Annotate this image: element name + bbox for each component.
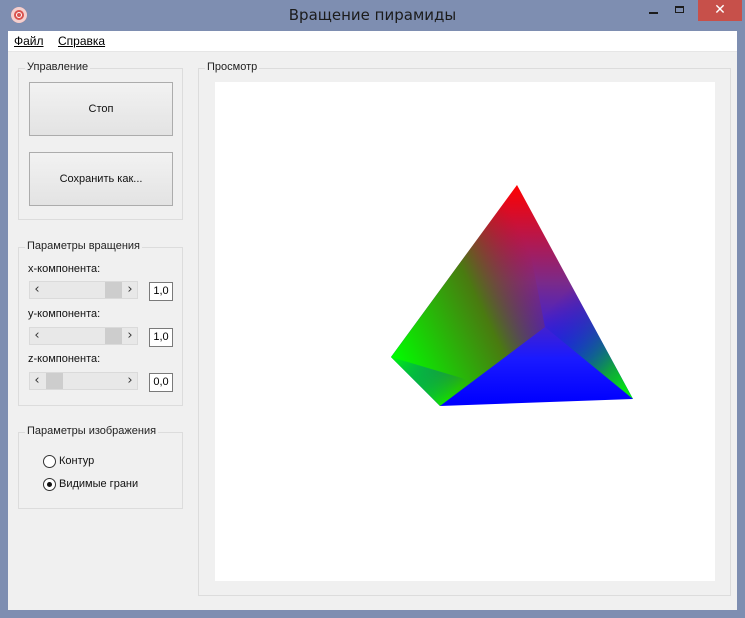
scroll-right-icon[interactable]: › bbox=[123, 282, 137, 298]
scroll-thumb[interactable] bbox=[105, 282, 122, 298]
scroll-left-icon[interactable]: ‹ bbox=[30, 328, 44, 344]
x-component-label: x-компонента: bbox=[28, 263, 101, 275]
menu-file[interactable]: Файл bbox=[14, 34, 44, 48]
maximize-button[interactable] bbox=[667, 0, 693, 21]
control-legend: Управление bbox=[25, 61, 91, 73]
scroll-thumb[interactable] bbox=[46, 373, 63, 389]
window-title: Вращение пирамиды bbox=[288, 6, 457, 24]
y-component-label: y-компонента: bbox=[28, 308, 101, 320]
image-params-legend: Параметры изображения bbox=[25, 425, 159, 437]
scroll-left-icon[interactable]: ‹ bbox=[30, 373, 44, 389]
y-component-value: 1,0 bbox=[149, 328, 173, 347]
menu-help[interactable]: Справка bbox=[58, 34, 105, 48]
client-area: Файл Справка Управление Стоп Сохранить к… bbox=[8, 31, 737, 610]
contour-label[interactable]: Контур bbox=[59, 455, 94, 467]
z-component-label: z-компонента: bbox=[28, 353, 101, 365]
z-component-scrollbar[interactable]: ‹ › bbox=[29, 372, 138, 390]
image-params-group: Параметры изображения Контур Видимые гра… bbox=[18, 425, 183, 509]
visible-faces-radio[interactable] bbox=[43, 478, 56, 491]
app-window: Вращение пирамиды ✕ Файл Справка Управле… bbox=[0, 0, 745, 618]
contour-radio[interactable] bbox=[43, 455, 56, 468]
rotation-group: Параметры вращения x-компонента: ‹ › 1,0… bbox=[18, 240, 183, 406]
stop-button[interactable]: Стоп bbox=[29, 82, 173, 136]
scroll-left-icon[interactable]: ‹ bbox=[30, 282, 44, 298]
z-component-value: 0,0 bbox=[149, 373, 173, 392]
title-bar[interactable]: Вращение пирамиды ✕ bbox=[0, 0, 745, 31]
scroll-right-icon[interactable]: › bbox=[123, 373, 137, 389]
save-as-button[interactable]: Сохранить как... bbox=[29, 152, 173, 206]
x-component-value: 1,0 bbox=[149, 282, 173, 301]
y-component-scrollbar[interactable]: ‹ › bbox=[29, 327, 138, 345]
scroll-thumb[interactable] bbox=[105, 328, 122, 344]
preview-canvas[interactable] bbox=[215, 82, 715, 581]
preview-legend: Просмотр bbox=[205, 61, 260, 73]
x-component-scrollbar[interactable]: ‹ › bbox=[29, 281, 138, 299]
pyramid-render bbox=[391, 185, 633, 406]
visible-faces-label[interactable]: Видимые грани bbox=[59, 478, 138, 490]
close-button[interactable]: ✕ bbox=[698, 0, 742, 21]
control-group: Управление Стоп Сохранить как... bbox=[18, 61, 183, 220]
preview-group: Просмотр bbox=[198, 61, 731, 596]
menu-bar: Файл Справка bbox=[8, 31, 737, 52]
minimize-button[interactable] bbox=[636, 0, 670, 21]
rotation-legend: Параметры вращения bbox=[25, 240, 142, 252]
scroll-right-icon[interactable]: › bbox=[123, 328, 137, 344]
